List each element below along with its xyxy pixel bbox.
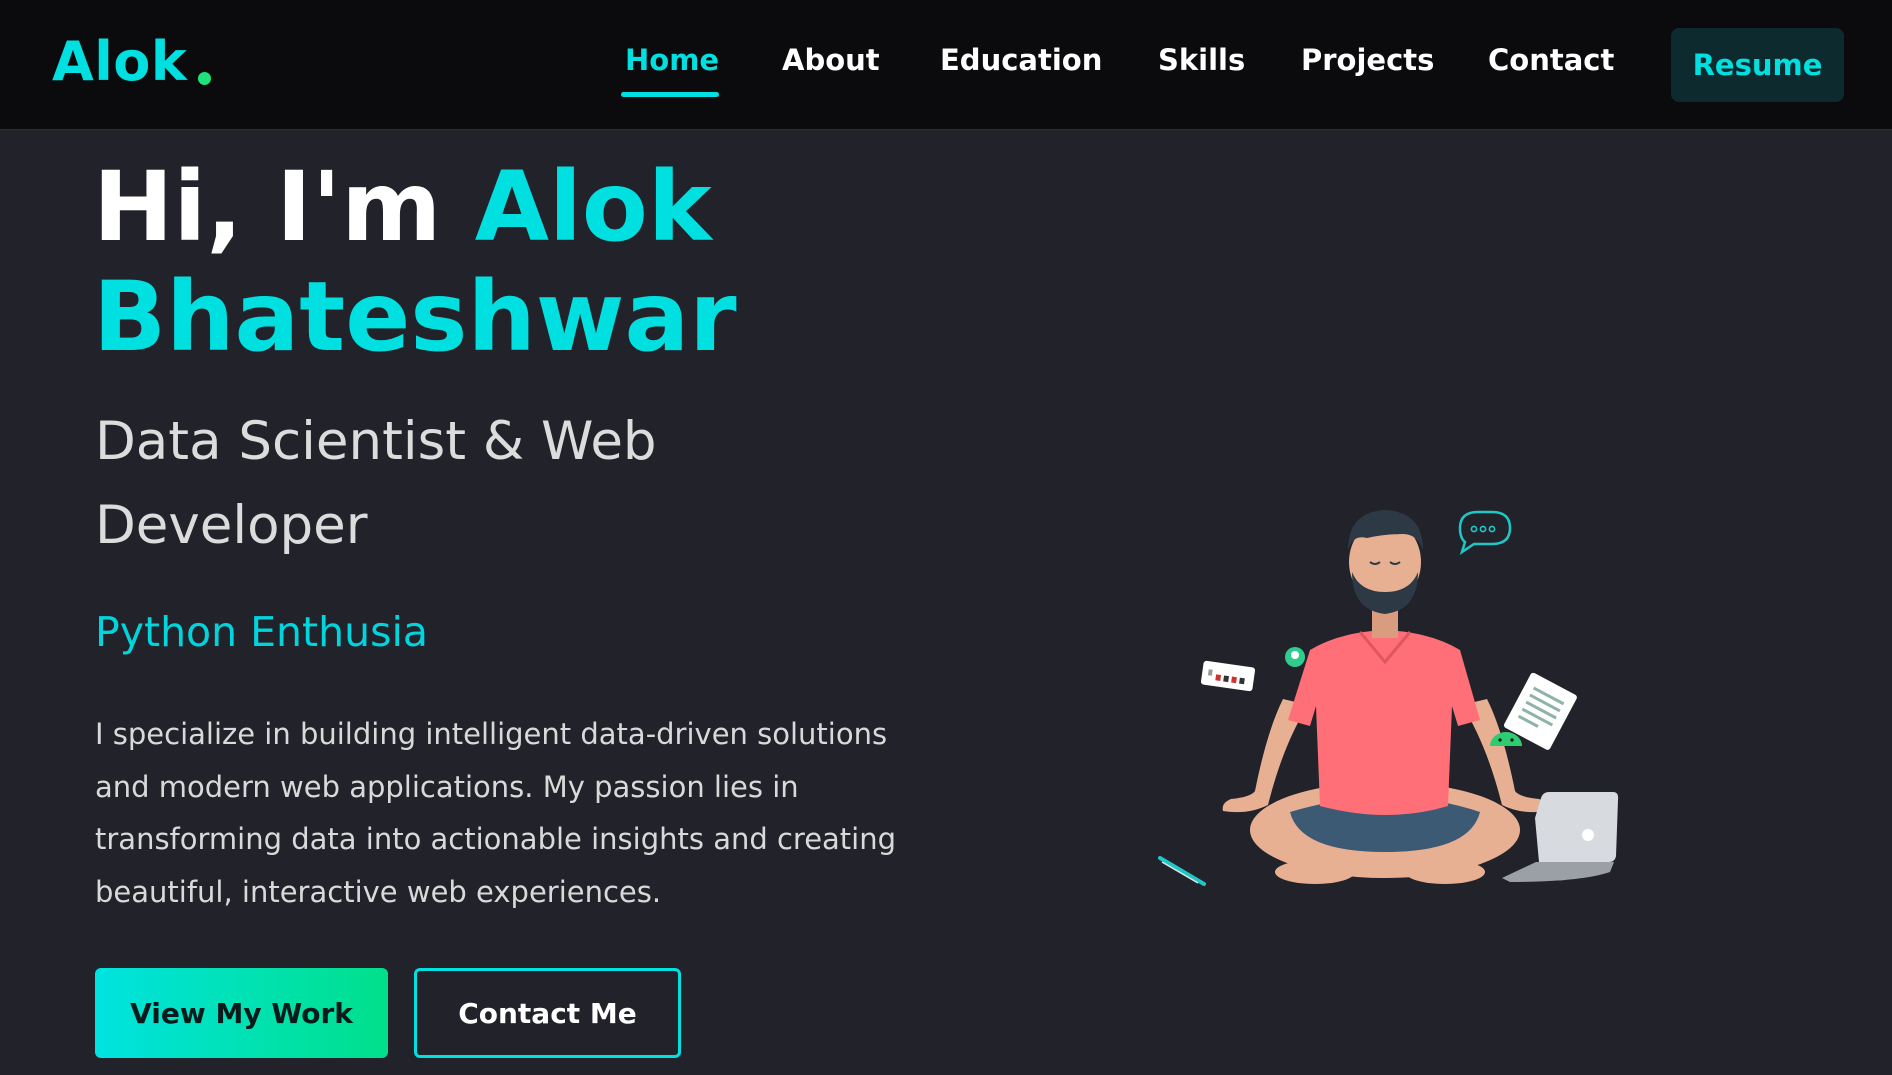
nav-item-projects[interactable]: Projects bbox=[1301, 43, 1434, 77]
hero-greeting: Hi, I'm bbox=[93, 151, 442, 263]
view-my-work-button[interactable]: View My Work bbox=[95, 968, 388, 1058]
shirt bbox=[1288, 630, 1480, 815]
foot-right bbox=[1405, 860, 1485, 884]
hero-subtitle: Data Scientist & Web Developer bbox=[95, 411, 657, 556]
hero-last-name: Bhateshwar bbox=[93, 261, 737, 373]
nav-item-education[interactable]: Education bbox=[940, 43, 1102, 77]
illustration-svg bbox=[1158, 510, 1619, 886]
nav-item-contact[interactable]: Contact bbox=[1488, 43, 1614, 77]
hero-first-name: Alok bbox=[474, 151, 712, 263]
nav-item-home[interactable]: Home bbox=[625, 43, 719, 77]
top-navbar: Alok Home About Education Skills Project… bbox=[0, 0, 1892, 130]
nav-item-skills[interactable]: Skills bbox=[1158, 43, 1245, 77]
meditating-developer-illustration bbox=[1140, 500, 1660, 920]
resume-button[interactable]: Resume bbox=[1671, 28, 1844, 102]
foot-left bbox=[1275, 860, 1355, 884]
contact-me-button[interactable]: Contact Me bbox=[414, 968, 681, 1058]
ticket-card-icon bbox=[1200, 660, 1256, 692]
pencil-icon bbox=[1158, 856, 1206, 886]
location-pin-icon bbox=[1285, 647, 1305, 667]
hero-heading: Hi, I'm Alok bbox=[93, 152, 712, 262]
hero-description: I specialize in building intelligent dat… bbox=[95, 717, 897, 909]
nav-item-about[interactable]: About bbox=[782, 43, 880, 77]
typed-role-text: Python Enthusia bbox=[95, 608, 428, 656]
chat-bubble-icon bbox=[1458, 510, 1512, 555]
logo-dot-icon bbox=[198, 72, 211, 85]
site-logo[interactable]: Alok bbox=[52, 30, 187, 93]
nav-active-indicator bbox=[621, 92, 719, 97]
